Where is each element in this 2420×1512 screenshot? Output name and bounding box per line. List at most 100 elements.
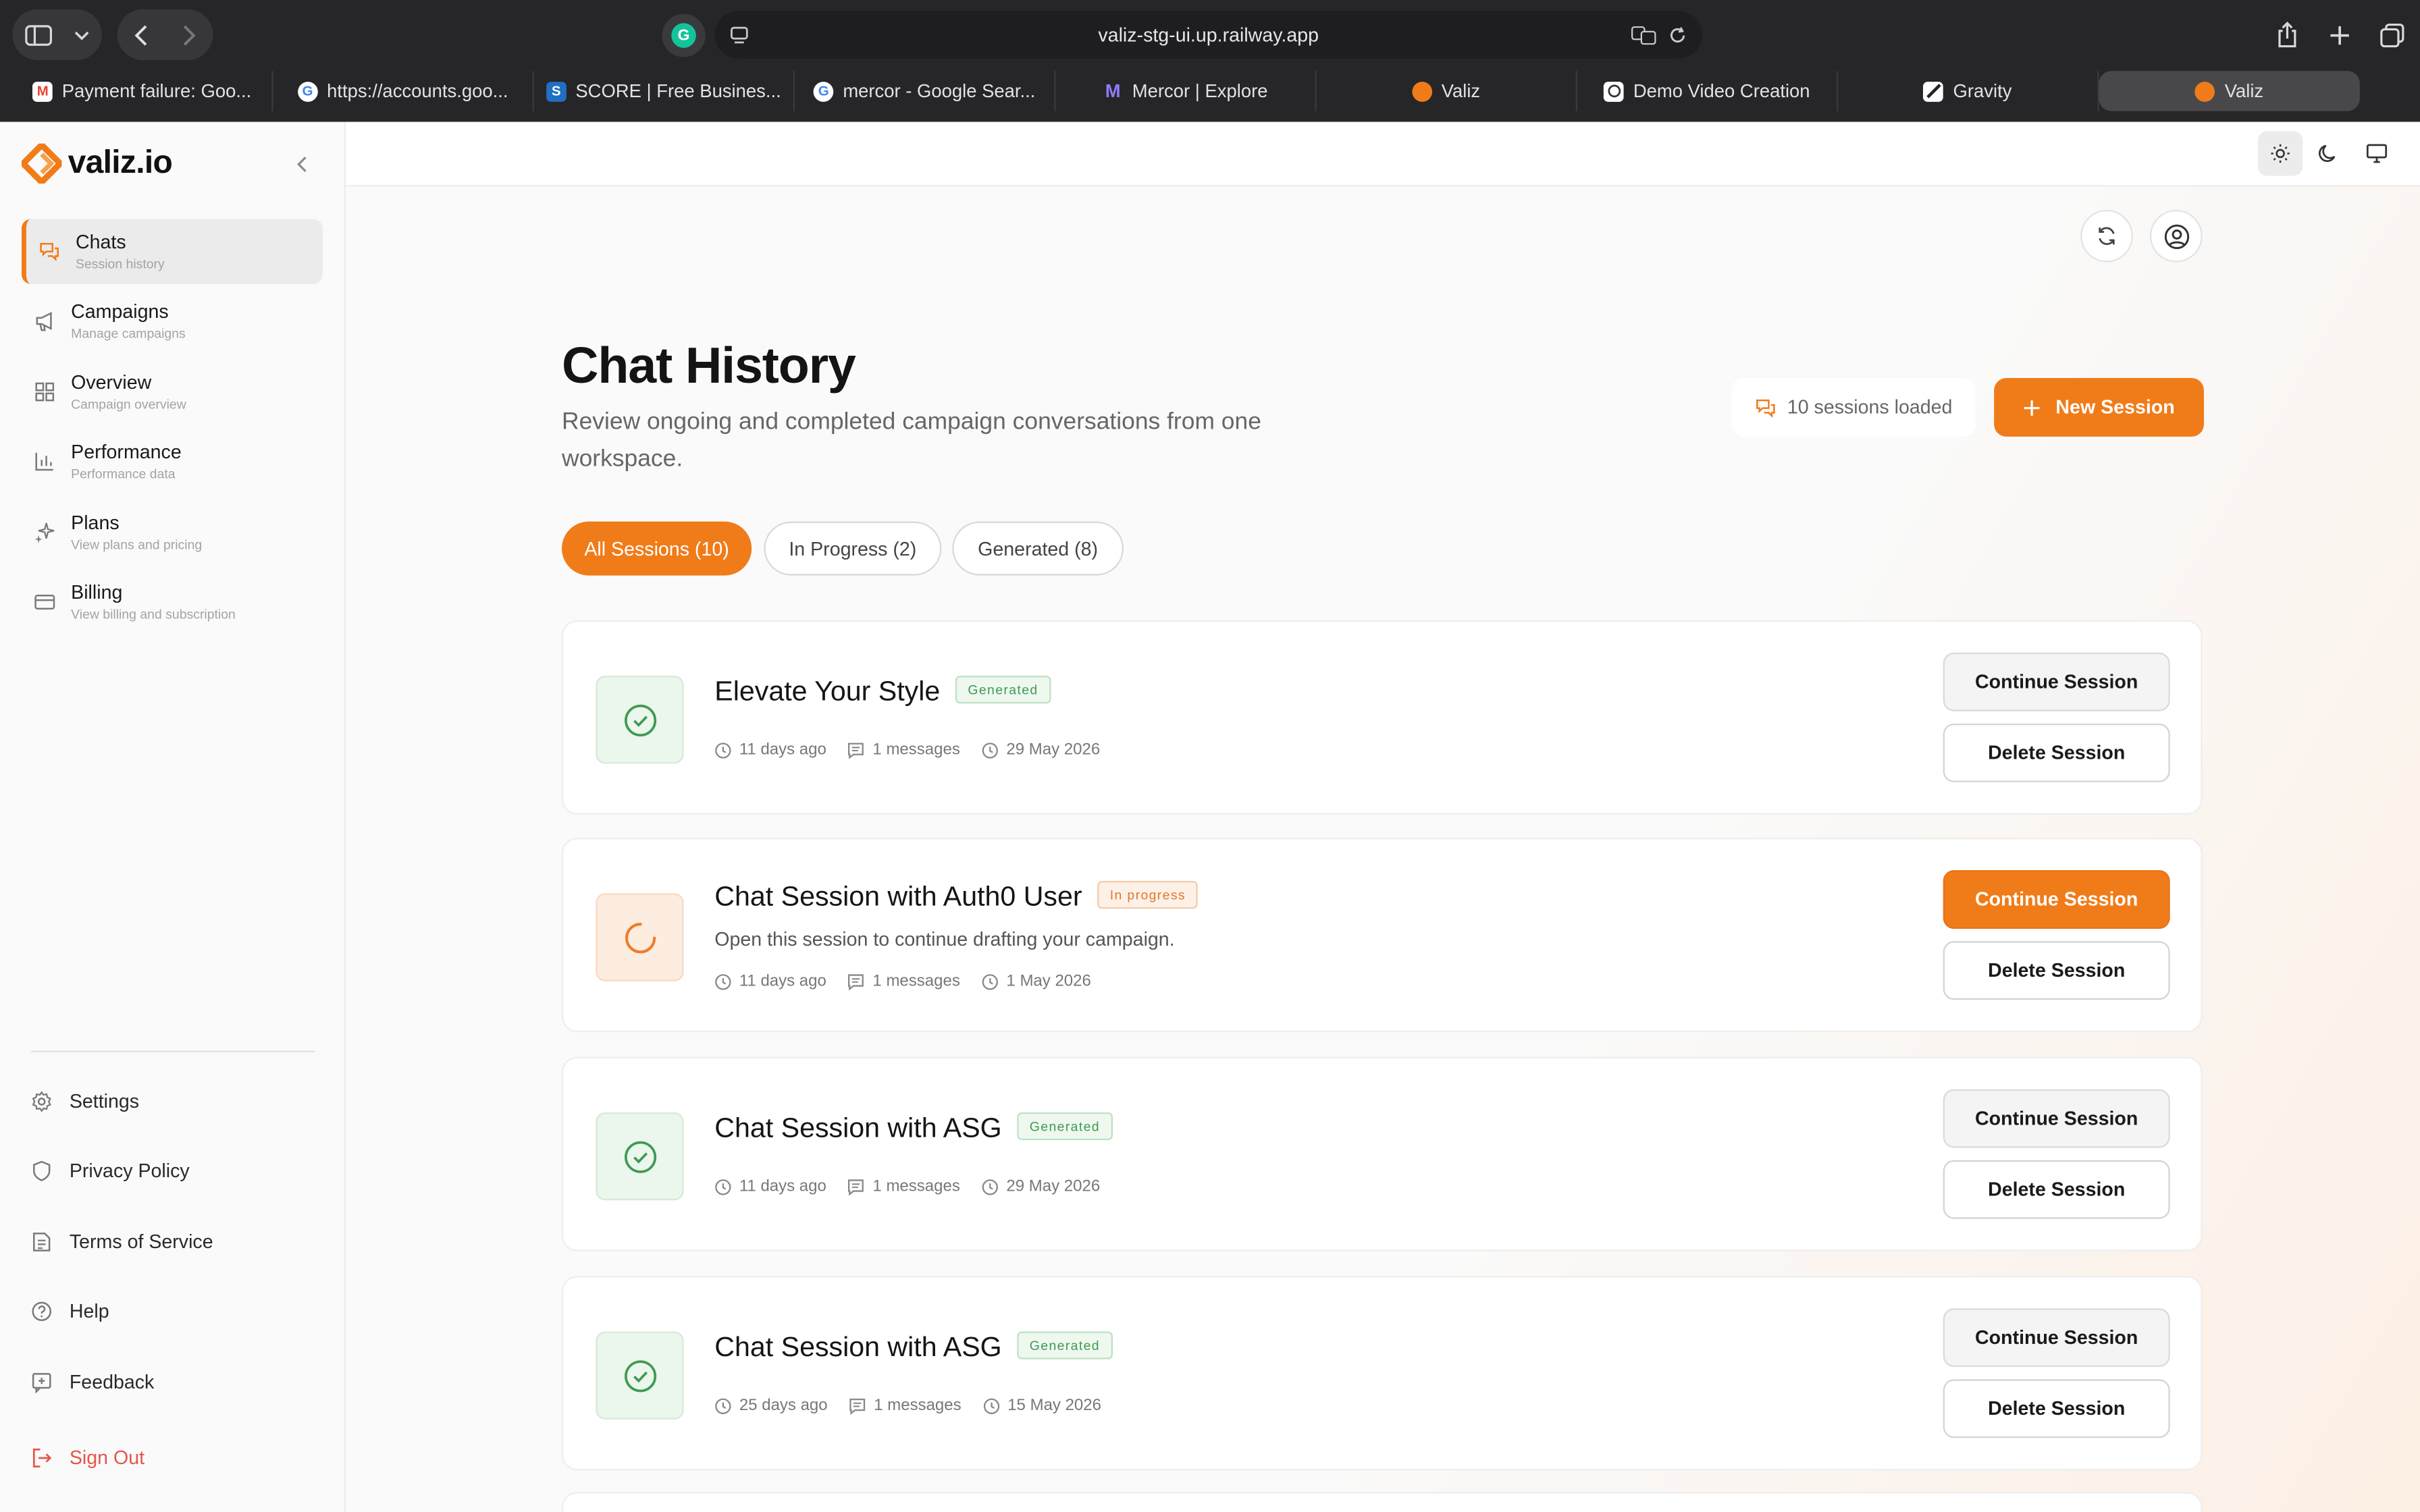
browser-tab[interactable]: Demo Video Creation: [1577, 71, 1839, 111]
shield-icon: [33, 1160, 51, 1181]
chevron-left-icon: [296, 155, 306, 171]
browser-tab-active[interactable]: Valiz: [2099, 71, 2360, 111]
continue-session-button[interactable]: Continue Session: [1943, 1308, 2170, 1368]
new-session-label: New Session: [2055, 396, 2175, 418]
sidebar-item-performance[interactable]: Performance Performance data: [22, 429, 323, 493]
filter-all-sessions[interactable]: All Sessions (10): [562, 521, 752, 576]
light-theme-button[interactable]: [2258, 131, 2303, 176]
bar-chart-icon: [35, 452, 53, 471]
url-text[interactable]: valiz-stg-ui.up.railway.app: [714, 24, 1702, 45]
session-date-text: 1 May 2026: [1006, 972, 1091, 991]
tab-label: Gravity: [1953, 80, 2012, 102]
sidebar-item-sublabel: Session history: [76, 255, 165, 271]
continue-session-button[interactable]: Continue Session: [1943, 870, 2170, 929]
sidebar-item-plans[interactable]: Plans View plans and pricing: [22, 500, 323, 565]
session-age-text: 11 days ago: [739, 740, 826, 759]
sidebar-toggle-group[interactable]: [12, 9, 102, 61]
share-icon[interactable]: [2272, 22, 2303, 48]
delete-session-button[interactable]: Delete Session: [1943, 1160, 2170, 1219]
session-title: Elevate Your Style: [714, 676, 941, 707]
browser-tab[interactable]: Valiz: [1317, 71, 1577, 111]
clock-icon: [715, 742, 731, 758]
reload-icon[interactable]: [1668, 26, 1687, 44]
new-session-button[interactable]: New Session: [1994, 378, 2205, 437]
brand-logo[interactable]: valiz.io: [22, 143, 173, 184]
mercor-icon: M: [1105, 80, 1121, 102]
clock-icon: [982, 742, 999, 758]
terms-label: Terms of Service: [69, 1231, 213, 1253]
chevron-down-icon[interactable]: [74, 30, 90, 40]
translate-icon[interactable]: [1631, 25, 1656, 45]
browser-tab[interactable]: S SCORE | Free Busines...: [534, 71, 795, 111]
session-date: 1 May 2026: [982, 972, 1091, 990]
sidebar-toggle-icon[interactable]: [25, 24, 53, 45]
delete-session-button[interactable]: Delete Session: [1943, 941, 2170, 1000]
browser-tab[interactable]: M Mercor | Explore: [1055, 71, 1317, 111]
delete-session-button[interactable]: Delete Session: [1943, 1379, 2170, 1438]
sidebar-link-privacy-policy[interactable]: Privacy Policy: [31, 1156, 190, 1187]
sidebar-link-terms-of-service[interactable]: Terms of Service: [31, 1226, 213, 1258]
dark-theme-button[interactable]: [2306, 131, 2350, 176]
session-messages: 1 messages: [848, 972, 960, 990]
tab-strip: M Payment failure: Goo... G https://acco…: [12, 71, 2407, 111]
grammarly-extension-icon[interactable]: G: [662, 14, 706, 57]
session-messages: 1 messages: [848, 740, 960, 759]
system-theme-button[interactable]: [2354, 131, 2398, 176]
forward-icon[interactable]: [182, 24, 196, 45]
sign-out-button[interactable]: Sign Out: [31, 1442, 144, 1474]
browser-tab[interactable]: G mercor - Google Sear...: [795, 71, 1056, 111]
sidebar-link-help[interactable]: Help: [31, 1296, 109, 1327]
filter-in-progress[interactable]: In Progress (2): [764, 521, 942, 576]
continue-session-button[interactable]: Continue Session: [1943, 652, 2170, 711]
privacy-policy-label: Privacy Policy: [69, 1160, 190, 1182]
filter-generated[interactable]: Generated (8): [952, 521, 1124, 576]
chat-icon: [40, 242, 59, 262]
refresh-button[interactable]: [2080, 209, 2133, 263]
collapse-sidebar-button[interactable]: [287, 150, 315, 178]
browser-tab[interactable]: Gravity: [1838, 71, 2099, 111]
session-date-text: 29 May 2026: [1006, 740, 1101, 759]
refresh-icon: [2099, 227, 2115, 245]
browser-tab[interactable]: G https://accounts.goo...: [273, 71, 534, 111]
back-icon[interactable]: [134, 24, 149, 45]
continue-session-button[interactable]: Continue Session: [1943, 1089, 2170, 1148]
session-card: Chat Session with Auth0 User In progress …: [562, 838, 2203, 1033]
sidebar-link-settings[interactable]: Settings: [31, 1086, 139, 1117]
account-button[interactable]: [2150, 209, 2203, 263]
sidebar-divider: [30, 1050, 315, 1052]
screen: G valiz-stg-ui.up.railway.app M Payment …: [0, 0, 2420, 1512]
button-label: Continue Session: [1975, 1326, 2138, 1349]
sidebar-item-campaigns[interactable]: Campaigns Manage campaigns: [22, 288, 323, 353]
sign-out-label: Sign Out: [69, 1447, 145, 1469]
sidebar-item-overview[interactable]: Overview Campaign overview: [22, 360, 323, 425]
new-tab-icon[interactable]: [2324, 24, 2355, 45]
chat-icon: [1756, 398, 1775, 417]
sidebar-link-feedback[interactable]: Feedback: [31, 1367, 154, 1398]
sessions-count-label: 10 sessions loaded: [1787, 396, 1953, 418]
session-age: 11 days ago: [714, 1177, 826, 1195]
delete-session-button[interactable]: Delete Session: [1943, 724, 2170, 782]
grid-icon: [35, 382, 55, 402]
session-messages: 1 messages: [849, 1397, 962, 1415]
session-title-row: Chat Session with ASG Generated: [714, 1112, 1113, 1145]
clock-icon: [715, 1179, 731, 1195]
session-meta: 11 days ago 1 messages 29 May 2026: [714, 740, 1100, 759]
session-messages: 1 messages: [848, 1177, 960, 1195]
tab-overview-icon[interactable]: [2377, 22, 2408, 47]
status-icon-box: [596, 676, 684, 764]
page-title: Chat History: [562, 336, 856, 394]
valiz-logo-icon: [22, 143, 62, 184]
session-messages-text: 1 messages: [874, 1396, 962, 1415]
sidebar-item-chats[interactable]: Chats Session history: [22, 219, 323, 284]
address-bar[interactable]: valiz-stg-ui.up.railway.app: [714, 11, 1703, 59]
session-age: 25 days ago: [714, 1397, 828, 1415]
session-title-row: Chat Session with Auth0 User In progress: [714, 881, 1199, 913]
tab-label: SCORE | Free Busines...: [575, 80, 781, 102]
status-icon-box: [596, 1331, 684, 1420]
session-date: 15 May 2026: [983, 1397, 1101, 1415]
sidebar-item-label: Campaigns: [71, 300, 169, 322]
sidebar-item-billing[interactable]: Billing View billing and subscription: [22, 569, 323, 634]
clock-icon: [715, 1397, 731, 1413]
browser-tab[interactable]: M Payment failure: Goo...: [12, 71, 273, 111]
session-card: Chat Session with ASG Generated 25 days a…: [562, 1276, 2203, 1471]
